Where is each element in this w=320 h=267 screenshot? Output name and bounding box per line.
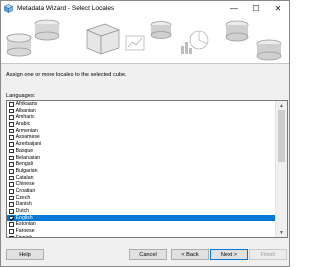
language-label: Amharic <box>15 114 35 121</box>
language-checkbox[interactable] <box>9 182 14 187</box>
language-item[interactable]: Czech <box>7 195 275 202</box>
language-item[interactable]: Finnish <box>7 234 275 238</box>
language-item[interactable]: Belarusian <box>7 155 275 162</box>
language-checkbox[interactable] <box>9 229 14 234</box>
language-item[interactable]: Azerbaijani <box>7 141 275 148</box>
language-label: Bulgarian <box>15 167 38 174</box>
language-label: Arabic <box>15 121 31 128</box>
language-checkbox[interactable] <box>9 209 14 214</box>
scroll-up-arrow-icon[interactable]: ▲ <box>276 101 287 110</box>
wizard-description: Assign one or more locales to the select… <box>6 72 127 78</box>
language-label: Dutch <box>15 208 30 214</box>
language-label: Basque <box>15 147 34 154</box>
language-checkbox[interactable] <box>9 108 14 114</box>
language-item[interactable]: English <box>7 214 275 222</box>
language-label: Bengali <box>15 161 33 168</box>
language-checkbox[interactable] <box>9 215 14 221</box>
language-checkbox[interactable] <box>9 115 14 121</box>
language-checkbox[interactable] <box>9 195 14 201</box>
language-checkbox[interactable] <box>9 135 14 141</box>
language-item[interactable]: Afrikaans <box>7 101 275 108</box>
language-label: Afrikaans <box>15 101 38 107</box>
language-checkbox[interactable] <box>9 148 14 154</box>
minimize-button[interactable]: — <box>223 1 245 16</box>
language-label: Faroese <box>15 228 35 235</box>
language-checkbox[interactable] <box>9 128 14 134</box>
metadata-wizard-window: Metadata Wizard - Select Locales — ☐ ✕ A… <box>0 0 290 267</box>
language-label: Finnish <box>15 234 33 238</box>
language-label: Albanian <box>15 107 36 114</box>
language-item[interactable]: Arabic <box>7 121 275 128</box>
banner-illustration <box>6 19 282 61</box>
scrollbar-thumb[interactable] <box>278 110 285 162</box>
language-checkbox[interactable] <box>9 102 14 107</box>
vertical-scrollbar[interactable]: ▲ ▼ <box>275 101 287 237</box>
maximize-button[interactable]: ☐ <box>245 1 267 16</box>
language-checkbox[interactable] <box>9 188 14 194</box>
language-item[interactable]: Assamese <box>7 134 275 141</box>
language-item[interactable]: Estonian <box>7 221 275 228</box>
language-label: Armenian <box>15 127 38 134</box>
language-item[interactable]: Albanian <box>7 108 275 115</box>
language-checkbox[interactable] <box>9 222 14 228</box>
language-label: Assamese <box>15 134 40 141</box>
language-item[interactable]: Basque <box>7 148 275 155</box>
language-label: Catalan <box>15 174 34 181</box>
language-checkbox[interactable] <box>9 155 14 161</box>
language-checkbox[interactable] <box>9 175 14 181</box>
language-checkbox[interactable] <box>9 235 14 237</box>
language-checkbox[interactable] <box>9 168 14 174</box>
language-label: Azerbaijani <box>15 141 42 148</box>
back-button[interactable]: < Back <box>171 249 209 260</box>
language-item[interactable]: Faroese <box>7 228 275 235</box>
finish-button: Finish <box>249 249 287 260</box>
language-item[interactable]: Bulgarian <box>7 168 275 175</box>
language-label: English <box>15 214 33 221</box>
cancel-button[interactable]: Cancel <box>129 249 167 260</box>
window-title: Metadata Wizard - Select Locales <box>17 5 115 12</box>
language-item[interactable]: Croatian <box>7 188 275 195</box>
language-checkbox[interactable] <box>9 122 14 127</box>
database-icon <box>6 33 32 57</box>
language-checkbox[interactable] <box>9 142 14 147</box>
language-checkbox[interactable] <box>9 162 14 167</box>
close-button[interactable]: ✕ <box>267 1 289 16</box>
help-button[interactable]: Help <box>6 249 44 260</box>
language-label: Czech <box>15 194 31 201</box>
scroll-down-arrow-icon[interactable]: ▼ <box>276 228 287 237</box>
language-item[interactable]: Armenian <box>7 128 275 135</box>
language-item[interactable]: Chinese <box>7 181 275 188</box>
cube-icon <box>4 4 13 13</box>
language-label: Estonian <box>15 221 36 228</box>
title-bar[interactable]: Metadata Wizard - Select Locales — ☐ ✕ <box>1 1 289 16</box>
languages-label: Languages: <box>6 93 36 99</box>
languages-listbox[interactable]: Afrikaans Albanian Amharic Arabic Armenian As… <box>6 100 288 238</box>
language-item[interactable]: Danish <box>7 201 275 208</box>
language-label: Belarusian <box>15 154 41 161</box>
language-label: Croatian <box>15 187 36 194</box>
language-item[interactable]: Dutch <box>7 208 275 215</box>
language-label: Danish <box>15 201 32 208</box>
wizard-banner-graphic <box>1 16 289 64</box>
language-checkbox[interactable] <box>9 202 14 207</box>
language-item[interactable]: Catalan <box>7 175 275 182</box>
languages-list: Afrikaans Albanian Amharic Arabic Armenian As… <box>7 101 275 238</box>
next-button[interactable]: Next > <box>210 249 248 260</box>
language-item[interactable]: Bengali <box>7 161 275 168</box>
language-item[interactable]: Amharic <box>7 114 275 121</box>
language-label: Chinese <box>15 181 35 188</box>
